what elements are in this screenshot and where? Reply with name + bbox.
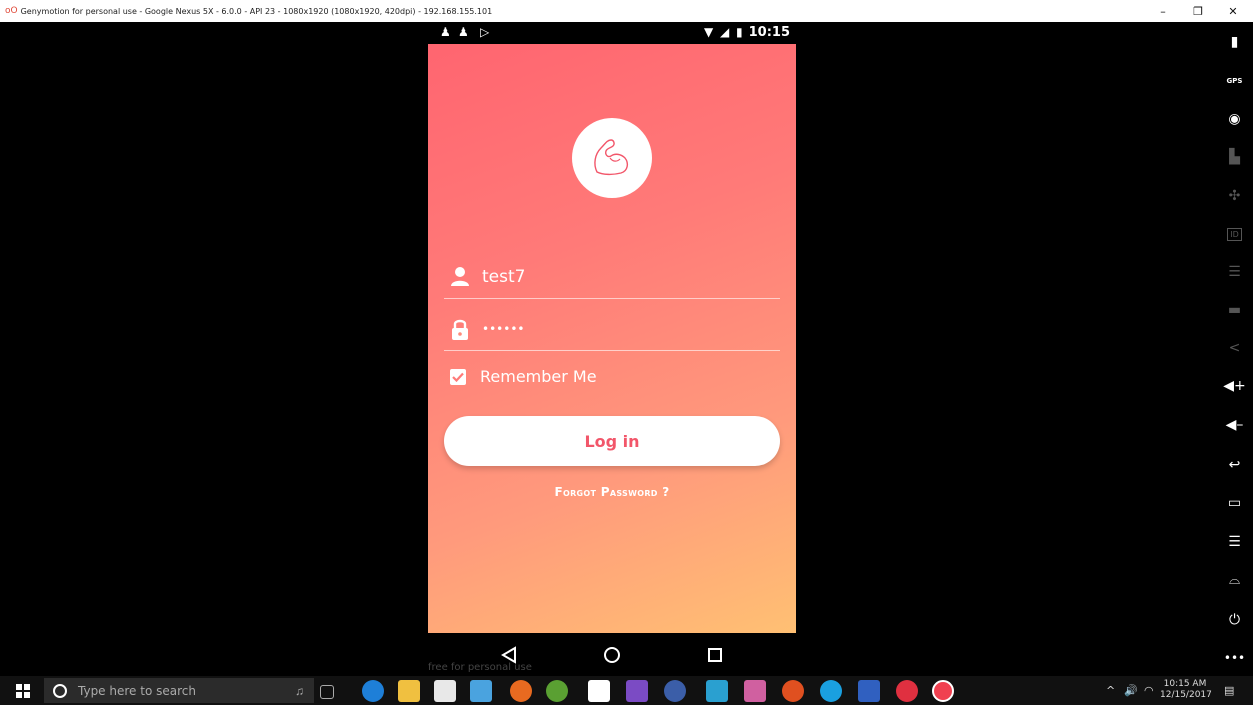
file-explorer-icon[interactable] bbox=[398, 680, 420, 702]
cortana-icon bbox=[53, 683, 67, 698]
home-circle-icon bbox=[604, 647, 620, 663]
webcam-icon[interactable]: ◉ bbox=[1216, 104, 1253, 134]
login-screen: test7 •••••• Remember Me Log in Forgot P… bbox=[428, 44, 796, 633]
power-icon[interactable]: ⏻ bbox=[1216, 605, 1253, 635]
recents-button[interactable] bbox=[700, 641, 730, 669]
volume-up-icon[interactable]: ◀+ bbox=[1216, 371, 1253, 401]
app-icon-2[interactable] bbox=[744, 680, 766, 702]
minimize-button[interactable]: – bbox=[1146, 0, 1180, 22]
genymotion-logo: oO bbox=[5, 6, 18, 16]
play-store-icon: ▷ bbox=[480, 25, 490, 39]
virtualbox-icon[interactable] bbox=[470, 680, 492, 702]
taskbar-clock[interactable]: 10:15 AM 12/15/2017 bbox=[1160, 679, 1212, 701]
action-center-icon[interactable]: ▤ bbox=[1224, 676, 1234, 705]
window-title: Genymotion for personal use - Google Nex… bbox=[20, 6, 493, 16]
clock-time: 10:15 AM bbox=[1163, 679, 1207, 689]
lock-icon bbox=[452, 319, 468, 340]
taskbar-search[interactable]: Type here to search ♫ bbox=[44, 678, 314, 703]
windows-logo-icon bbox=[16, 683, 30, 698]
more-icon[interactable]: ••• bbox=[1216, 643, 1253, 673]
wifi-icon: ▼ bbox=[704, 25, 714, 39]
login-button[interactable]: Log in bbox=[444, 416, 780, 466]
flexed-arm-icon bbox=[594, 139, 629, 176]
recent-apps-icon[interactable]: ▭ bbox=[1216, 488, 1253, 518]
forgot-password-link[interactable]: Forgot Password ? bbox=[428, 485, 796, 499]
password-field[interactable]: •••••• bbox=[444, 310, 780, 351]
device-id-icon[interactable]: ID bbox=[1216, 219, 1253, 249]
task-view-icon[interactable] bbox=[320, 685, 334, 699]
home-icon[interactable]: ⌓ bbox=[1216, 565, 1253, 595]
notification-icon: ♟ bbox=[440, 25, 451, 39]
genymotion-app-icon[interactable] bbox=[896, 680, 918, 702]
dpad-icon[interactable]: ✣ bbox=[1216, 181, 1253, 211]
username-value[interactable]: test7 bbox=[482, 267, 525, 287]
genymotion-toolbar: ▮ GPS ◉ ▙ ✣ ID ☰ ▬ < ◀+ ◀– ↩ ▭ ☰ ⌓ ⏻ ••• bbox=[1216, 22, 1253, 676]
start-button[interactable] bbox=[8, 676, 38, 705]
volume-down-icon[interactable]: ◀– bbox=[1216, 410, 1253, 440]
clock-date: 12/15/2017 bbox=[1160, 690, 1212, 700]
checkmark-icon bbox=[452, 372, 464, 382]
microphone-icon[interactable]: ♫ bbox=[295, 684, 304, 698]
firefox-icon[interactable] bbox=[510, 680, 532, 702]
window-titlebar: oO Genymotion for personal use - Google … bbox=[0, 0, 1253, 22]
edge-icon[interactable] bbox=[362, 680, 384, 702]
gps-icon[interactable]: GPS bbox=[1216, 66, 1253, 96]
visual-studio-icon[interactable] bbox=[626, 680, 648, 702]
sms-icon[interactable]: ▬ bbox=[1216, 295, 1253, 325]
close-button[interactable]: ✕ bbox=[1216, 0, 1250, 22]
home-button[interactable] bbox=[597, 641, 627, 669]
tray-overflow[interactable]: ^ bbox=[1106, 676, 1115, 705]
capture-icon[interactable]: ▙ bbox=[1216, 142, 1253, 172]
network-app-icon[interactable] bbox=[858, 680, 880, 702]
battery-status-icon: ▮ bbox=[736, 25, 743, 39]
share-icon[interactable]: < bbox=[1216, 333, 1253, 363]
device-id-label: ID bbox=[1227, 227, 1242, 241]
recents-icon bbox=[708, 648, 722, 662]
android-status-bar: ♟ ♟ ▷ ▼ ◢ ▮ 10:15 bbox=[428, 22, 796, 44]
status-time: 10:15 bbox=[748, 25, 790, 40]
user-icon bbox=[451, 267, 469, 286]
android-studio-icon[interactable] bbox=[546, 680, 568, 702]
eclipse-icon[interactable] bbox=[664, 680, 686, 702]
mail-icon[interactable] bbox=[434, 680, 456, 702]
volume-tray-icon[interactable]: 🔊 bbox=[1124, 676, 1138, 705]
battery-icon[interactable]: ▮ bbox=[1216, 27, 1253, 57]
personal-use-watermark: free for personal use bbox=[428, 662, 532, 673]
notification-icon: ♟ bbox=[458, 25, 469, 39]
password-value[interactable]: •••••• bbox=[482, 322, 524, 336]
search-placeholder: Type here to search bbox=[78, 683, 196, 698]
app-logo bbox=[572, 118, 652, 198]
remember-me-label: Remember Me bbox=[480, 367, 597, 386]
network-icon[interactable]: ☰ bbox=[1216, 257, 1253, 287]
app-icon-3[interactable] bbox=[782, 680, 804, 702]
username-field[interactable]: test7 bbox=[444, 258, 780, 299]
genymotion-player-icon[interactable] bbox=[932, 680, 954, 702]
wifi-tray-icon[interactable]: ◠ bbox=[1144, 676, 1154, 705]
rotate-icon[interactable]: ↩ bbox=[1216, 450, 1253, 480]
remember-me-row[interactable]: Remember Me bbox=[450, 367, 597, 386]
windows-taskbar: Type here to search ♫ ^ 🔊 ◠ 10:15 AM 12/… bbox=[0, 676, 1253, 705]
app-icon-1[interactable] bbox=[706, 680, 728, 702]
maximize-button[interactable]: ❐ bbox=[1181, 0, 1215, 22]
menu-icon[interactable]: ☰ bbox=[1216, 527, 1253, 557]
store-icon[interactable] bbox=[588, 680, 610, 702]
skype-icon[interactable] bbox=[820, 680, 842, 702]
signal-icon: ◢ bbox=[720, 25, 730, 39]
remember-me-checkbox[interactable] bbox=[450, 368, 466, 385]
